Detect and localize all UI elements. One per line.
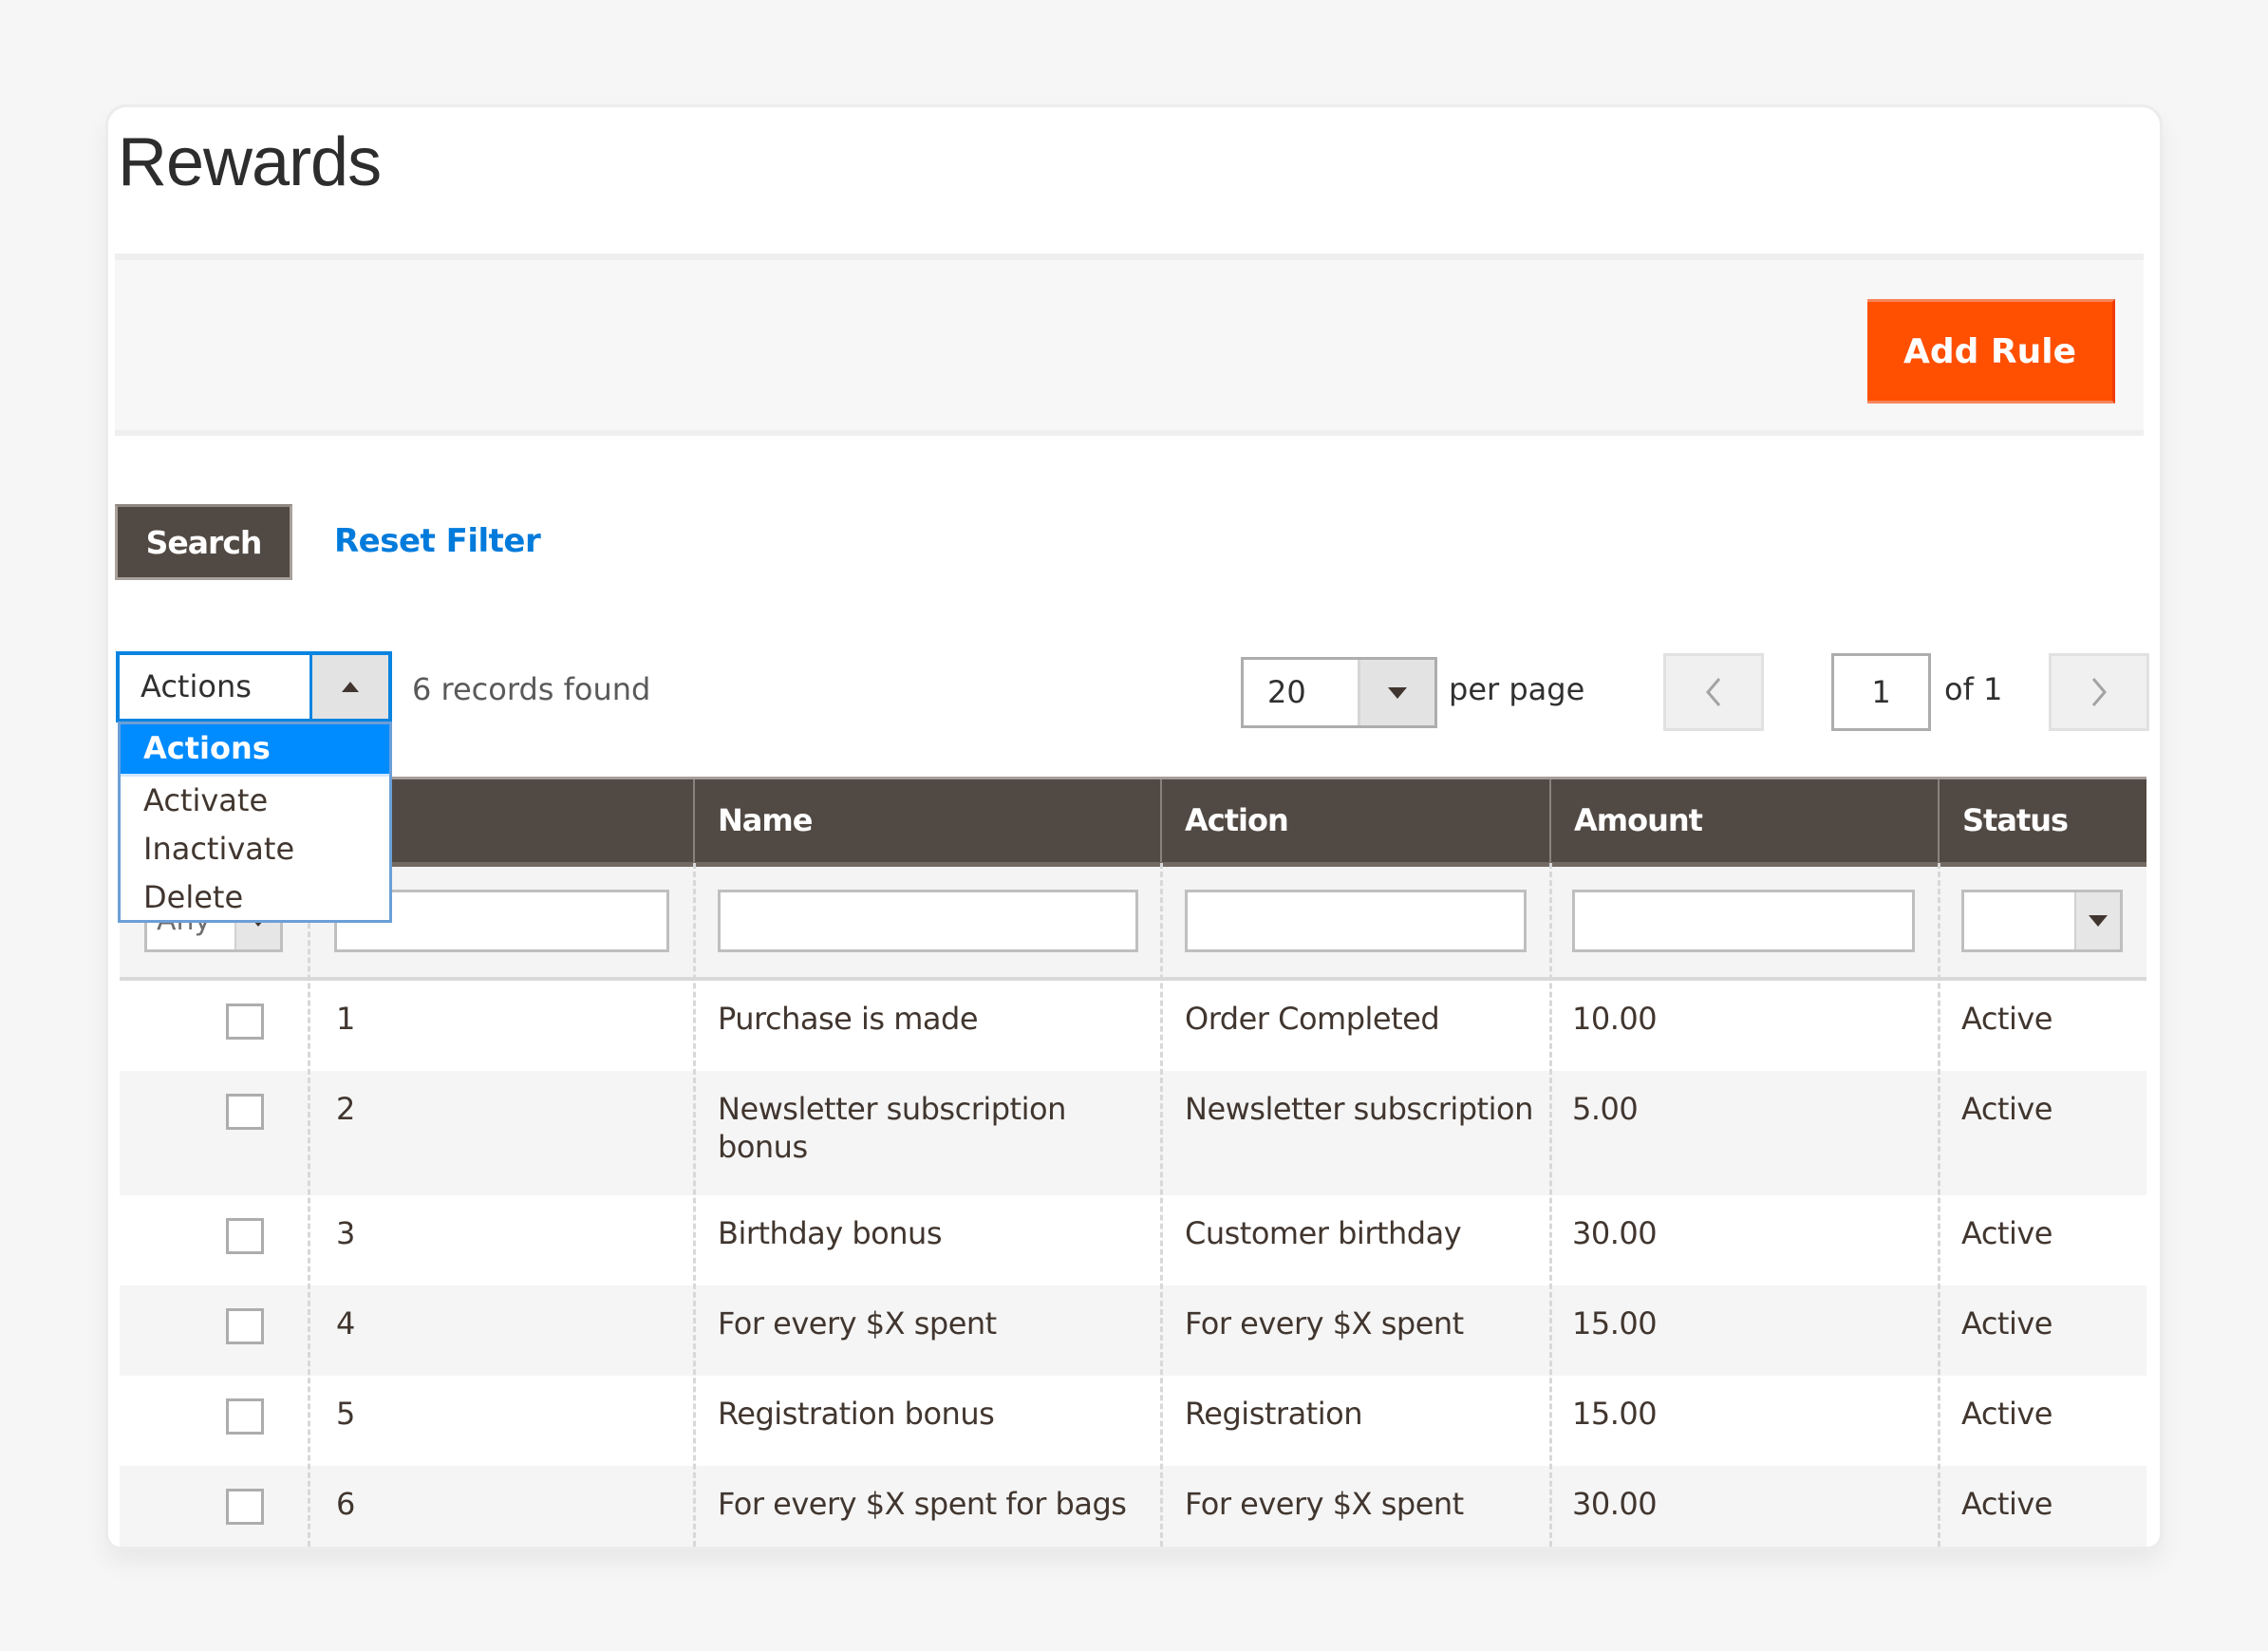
total-pages-label: of 1 bbox=[1944, 671, 2003, 707]
per-page-select[interactable]: 20 bbox=[1241, 657, 1437, 728]
cell-amount: 5.00 bbox=[1572, 1091, 1639, 1127]
column-separator bbox=[1160, 863, 1163, 1547]
cell-name: Registration bonus bbox=[718, 1396, 995, 1432]
cell-amount: 30.00 bbox=[1572, 1215, 1658, 1251]
cell-status: Active bbox=[1961, 1486, 2052, 1522]
amount-filter-input[interactable] bbox=[1572, 890, 1915, 952]
cell-amount: 15.00 bbox=[1572, 1305, 1658, 1341]
cell-amount: 15.00 bbox=[1572, 1396, 1658, 1432]
cell-action: For every $X spent bbox=[1185, 1486, 1464, 1522]
column-header-amount[interactable]: Amount bbox=[1551, 779, 1703, 862]
cell-action: Newsletter subscription bbox=[1185, 1091, 1533, 1127]
column-separator bbox=[1938, 863, 1940, 1547]
per-page-value: 20 bbox=[1267, 674, 1306, 710]
cell-name: Newsletter subscription bonus bbox=[718, 1091, 1066, 1165]
row-checkbox[interactable] bbox=[226, 1004, 264, 1040]
column-separator bbox=[693, 863, 696, 1547]
dropdown-option-delete[interactable]: Delete bbox=[121, 873, 389, 922]
per-page-label: per page bbox=[1449, 671, 1585, 707]
row-checkbox[interactable] bbox=[226, 1308, 264, 1344]
search-button[interactable]: Search bbox=[115, 504, 292, 580]
mass-actions-select[interactable]: Actions bbox=[116, 651, 392, 722]
records-count: 6 records found bbox=[412, 671, 651, 707]
dropdown-option-inactivate[interactable]: Inactivate bbox=[121, 825, 389, 873]
cell-name: For every $X spent for bags bbox=[718, 1486, 1127, 1522]
status-filter-toggle[interactable] bbox=[2074, 892, 2120, 949]
mass-actions-value: Actions bbox=[141, 668, 252, 704]
grid-header-row: Name Action Amount Status bbox=[120, 777, 2146, 867]
table-row: 4 For every $X spent For every $X spent … bbox=[120, 1285, 2146, 1376]
caret-up-icon bbox=[342, 682, 359, 692]
chevron-left-icon bbox=[1706, 678, 1721, 706]
rewards-grid: Name Action Amount Status Any bbox=[120, 777, 2146, 1547]
table-row: 6 For every $X spent for bags For every … bbox=[120, 1466, 2146, 1547]
mass-actions-dropdown: Actions Activate Inactivate Delete bbox=[118, 722, 392, 923]
cell-id: 6 bbox=[336, 1486, 355, 1522]
row-checkbox[interactable] bbox=[226, 1094, 264, 1130]
column-header-action[interactable]: Action bbox=[1162, 779, 1289, 862]
column-header-name[interactable]: Name bbox=[695, 779, 813, 862]
table-row: 2 Newsletter subscription bonus Newslett… bbox=[120, 1071, 2146, 1195]
row-checkbox[interactable] bbox=[226, 1398, 264, 1435]
page-title: Rewards bbox=[118, 124, 382, 200]
cell-name: Purchase is made bbox=[718, 1001, 979, 1037]
name-filter-input[interactable] bbox=[718, 890, 1138, 952]
cell-id: 3 bbox=[336, 1215, 355, 1251]
cell-name: For every $X spent bbox=[718, 1305, 997, 1341]
cell-status: Active bbox=[1961, 1001, 2052, 1037]
caret-down-icon bbox=[2089, 915, 2108, 927]
column-separator bbox=[1549, 863, 1552, 1547]
table-row: 1 Purchase is made Order Completed 10.00… bbox=[120, 981, 2146, 1071]
caret-down-icon bbox=[1388, 686, 1407, 699]
cell-status: Active bbox=[1961, 1396, 2052, 1432]
cell-action: Order Completed bbox=[1185, 1001, 1440, 1037]
mass-actions-toggle[interactable] bbox=[309, 655, 388, 719]
cell-name: Birthday bonus bbox=[718, 1215, 942, 1251]
grid-filter-row: Any bbox=[120, 867, 2146, 981]
cell-id: 5 bbox=[336, 1396, 355, 1432]
action-filter-input[interactable] bbox=[1185, 890, 1527, 952]
previous-page-button[interactable] bbox=[1663, 653, 1764, 731]
cell-amount: 30.00 bbox=[1572, 1486, 1658, 1522]
cell-action: For every $X spent bbox=[1185, 1305, 1464, 1341]
rewards-panel: Rewards Add Rule Search Reset Filter Act… bbox=[105, 104, 2163, 1549]
dropdown-option-activate[interactable]: Activate bbox=[121, 777, 389, 825]
page-actions-bar: Add Rule bbox=[115, 253, 2144, 436]
cell-status: Active bbox=[1961, 1215, 2052, 1251]
cell-amount: 10.00 bbox=[1572, 1001, 1658, 1037]
next-page-button[interactable] bbox=[2049, 653, 2149, 731]
cell-action: Customer birthday bbox=[1185, 1215, 1462, 1251]
cell-status: Active bbox=[1961, 1305, 2052, 1341]
table-row: 5 Registration bonus Registration 15.00 … bbox=[120, 1376, 2146, 1466]
current-page-input[interactable] bbox=[1831, 653, 1931, 731]
cell-id: 1 bbox=[336, 1001, 355, 1037]
cell-status: Active bbox=[1961, 1091, 2052, 1127]
status-filter-select[interactable] bbox=[1961, 890, 2123, 952]
column-separator bbox=[308, 863, 310, 1547]
add-rule-button[interactable]: Add Rule bbox=[1867, 299, 2115, 403]
chevron-right-icon bbox=[2091, 678, 2107, 706]
per-page-toggle[interactable] bbox=[1358, 660, 1434, 725]
row-checkbox[interactable] bbox=[226, 1218, 264, 1254]
row-checkbox[interactable] bbox=[226, 1489, 264, 1525]
grid-body: 1 Purchase is made Order Completed 10.00… bbox=[120, 863, 2146, 1547]
cell-id: 2 bbox=[336, 1091, 355, 1127]
column-header-status[interactable]: Status bbox=[1940, 779, 2069, 862]
dropdown-option-actions[interactable]: Actions bbox=[121, 724, 389, 777]
cell-action: Registration bbox=[1185, 1396, 1362, 1432]
table-row: 3 Birthday bonus Customer birthday 30.00… bbox=[120, 1195, 2146, 1285]
reset-filter-link[interactable]: Reset Filter bbox=[334, 517, 541, 565]
cell-id: 4 bbox=[336, 1305, 355, 1341]
